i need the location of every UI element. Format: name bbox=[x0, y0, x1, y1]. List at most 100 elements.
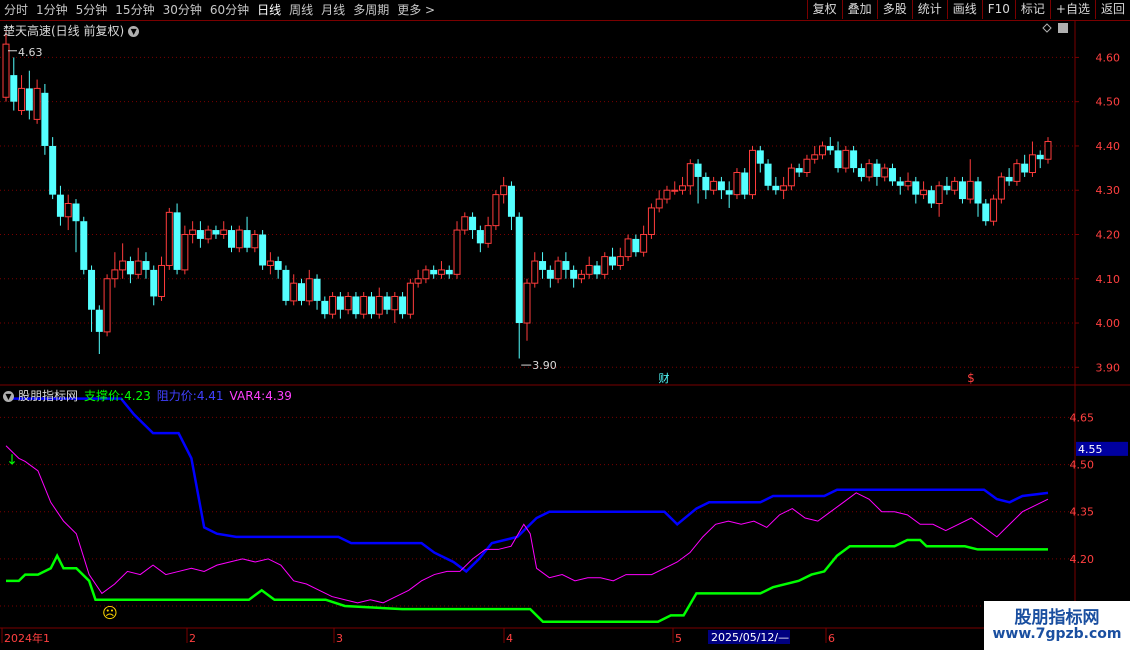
chevron-down-icon[interactable]: ▼ bbox=[3, 391, 14, 402]
candle-body bbox=[18, 87, 26, 112]
candle-body bbox=[1005, 176, 1013, 182]
candle-body bbox=[710, 180, 718, 191]
candle-body bbox=[609, 256, 617, 266]
candle-body bbox=[437, 269, 445, 275]
candle-body bbox=[865, 163, 873, 178]
candle-body bbox=[593, 265, 601, 275]
candle-body bbox=[173, 212, 181, 270]
candle-body bbox=[904, 180, 912, 187]
stock-chart[interactable]: 4.60 4.50 4.40 4.30 4.20 4.10 4.00 3.90 4.63 3.90… bbox=[0, 0, 1130, 650]
candle-body bbox=[290, 282, 298, 302]
candle-body bbox=[165, 211, 173, 266]
candle-body bbox=[655, 198, 663, 209]
candle-body bbox=[585, 264, 593, 275]
candle-body bbox=[406, 282, 414, 315]
candle-body bbox=[562, 261, 570, 270]
candle-body bbox=[888, 168, 896, 182]
candle-body bbox=[624, 238, 632, 258]
candle-body bbox=[951, 180, 959, 191]
var4-label: VAR4: bbox=[229, 389, 266, 403]
candle-body bbox=[850, 150, 858, 169]
current-value-label: 4.55 bbox=[1078, 443, 1103, 456]
price-tick-label: 4.30 bbox=[1096, 184, 1121, 197]
candle-body bbox=[873, 163, 881, 177]
candle-body bbox=[842, 149, 850, 169]
candle-body bbox=[111, 269, 119, 280]
candle-body bbox=[399, 296, 407, 315]
indicator-tick-label: 4.65 bbox=[1070, 411, 1095, 424]
candle-body bbox=[56, 194, 64, 217]
diamond-icon bbox=[1042, 23, 1052, 33]
candle-body bbox=[679, 185, 687, 191]
candle-body bbox=[422, 269, 430, 280]
indicator-tick-label: 4.50 bbox=[1070, 459, 1095, 472]
candle-body bbox=[616, 256, 624, 266]
candle-body bbox=[476, 230, 484, 244]
watermark: 股朋指标网 www.7gpzb.com bbox=[984, 601, 1130, 650]
price-tick-label: 4.00 bbox=[1096, 317, 1121, 330]
candle-body bbox=[997, 176, 1005, 200]
candle-body bbox=[818, 145, 826, 156]
candle-body bbox=[686, 163, 694, 187]
candle-body bbox=[375, 295, 383, 315]
candle-body bbox=[577, 273, 585, 280]
candle-body bbox=[344, 295, 352, 311]
candle-body bbox=[632, 238, 640, 253]
price-tick-label: 4.10 bbox=[1096, 273, 1121, 286]
candle-body bbox=[663, 189, 671, 200]
price-tick-label: 4.40 bbox=[1096, 140, 1121, 153]
candle-body bbox=[2, 43, 10, 98]
candle-body bbox=[25, 88, 33, 111]
indicator-tick-label: 4.35 bbox=[1070, 506, 1095, 519]
candle-body bbox=[196, 230, 204, 239]
candle-body bbox=[49, 145, 57, 195]
candle-body bbox=[780, 185, 788, 191]
candle-body bbox=[966, 180, 974, 200]
candle-body bbox=[1021, 163, 1029, 173]
candle-body bbox=[469, 216, 477, 231]
candle-body bbox=[1013, 163, 1021, 182]
candle-body bbox=[1044, 141, 1052, 160]
candle-body bbox=[352, 296, 360, 315]
candle-body bbox=[41, 92, 49, 146]
candle-body bbox=[259, 234, 267, 266]
candle-body bbox=[990, 198, 998, 222]
candle-body bbox=[391, 295, 399, 311]
candle-body bbox=[787, 167, 795, 187]
stock-title: 楚天高速(日线 前复权) bbox=[3, 24, 125, 38]
candle-body bbox=[10, 75, 18, 102]
var4-line bbox=[5, 445, 1049, 604]
candle-body bbox=[445, 269, 453, 275]
candle-body bbox=[515, 216, 523, 324]
candle-body bbox=[749, 149, 757, 196]
candle-body bbox=[539, 261, 547, 270]
date-label: 2 bbox=[189, 632, 196, 645]
resist-value: 4.41 bbox=[196, 389, 224, 403]
candle-body bbox=[251, 233, 259, 249]
watermark-title: 股朋指标网 bbox=[1014, 608, 1100, 628]
down-arrow-icon: ↓ bbox=[6, 453, 18, 469]
candle-body bbox=[282, 269, 290, 301]
candle-body bbox=[266, 260, 274, 266]
indicator-tick-label: 4.20 bbox=[1070, 553, 1095, 566]
candle-body bbox=[982, 203, 990, 222]
candle-body bbox=[142, 261, 150, 270]
candle-body bbox=[228, 230, 236, 248]
panel-icon bbox=[1058, 23, 1068, 33]
candle-body bbox=[523, 282, 531, 324]
candle-body bbox=[313, 278, 321, 301]
candle-body bbox=[554, 260, 562, 280]
candle-body bbox=[733, 172, 741, 196]
watermark-url: www.7gpzb.com bbox=[992, 626, 1122, 642]
candle-body bbox=[896, 181, 904, 186]
candle-body bbox=[274, 261, 282, 270]
candle-body bbox=[1036, 154, 1044, 160]
support-line bbox=[6, 538, 1048, 623]
candle-body bbox=[134, 260, 142, 275]
chevron-down-icon[interactable]: ▼ bbox=[128, 26, 140, 37]
candle-body bbox=[329, 295, 337, 315]
candle-body bbox=[461, 216, 469, 231]
date-label: 3 bbox=[336, 632, 343, 645]
candle-body bbox=[88, 269, 96, 310]
candle-body bbox=[119, 260, 127, 271]
